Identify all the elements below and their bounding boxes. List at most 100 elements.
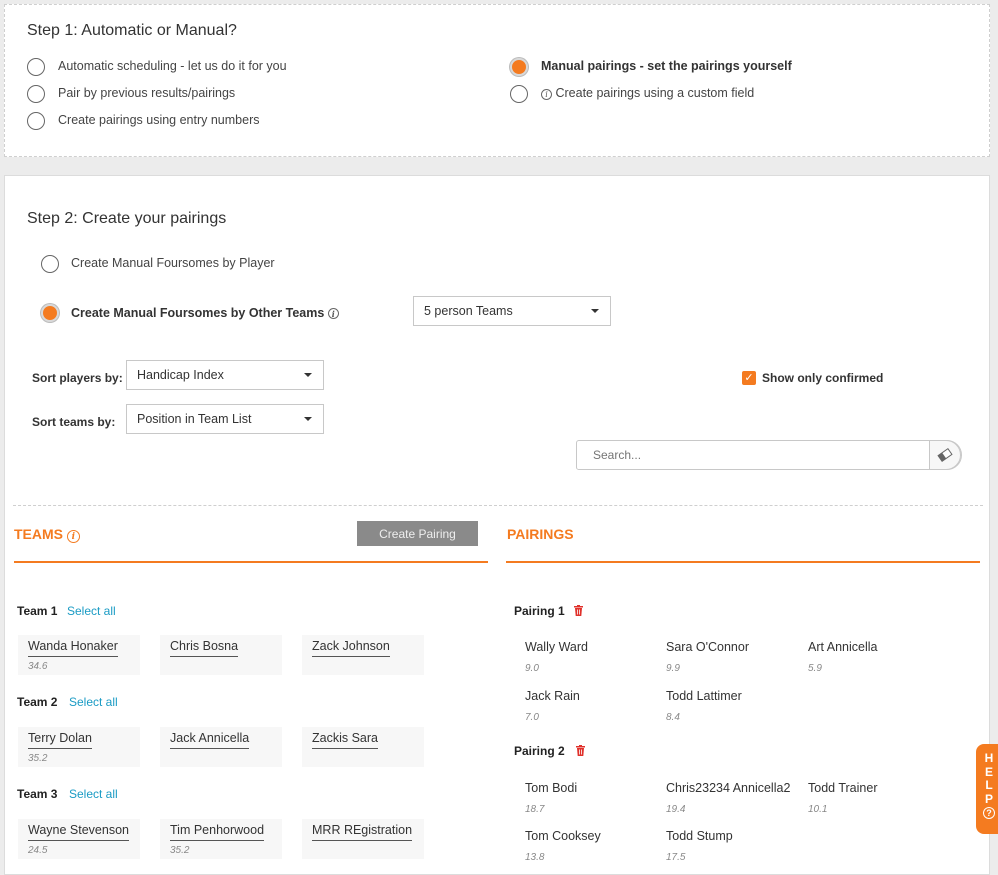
radio-by-other-teams[interactable] xyxy=(41,304,59,322)
help-tab[interactable]: H E L P ? xyxy=(976,744,998,834)
pairings-title: PAIRINGS xyxy=(507,526,574,542)
player-card[interactable]: Wayne Stevenson 24.5 xyxy=(18,819,140,859)
team-size-value: 5 person Teams xyxy=(424,304,513,318)
trash-icon[interactable] xyxy=(576,745,585,756)
member-name[interactable]: Wally Ward xyxy=(525,640,588,654)
select-all-link[interactable]: Select all xyxy=(69,787,118,801)
member-name[interactable]: Todd Stump xyxy=(666,829,733,843)
info-icon[interactable]: i xyxy=(66,530,80,543)
player-name: Tim Penhorwood xyxy=(170,823,265,841)
player-name: Jack Annicella xyxy=(170,731,250,749)
chevron-down-icon xyxy=(304,373,312,377)
radio-manual-pairings[interactable] xyxy=(510,58,528,76)
member-name[interactable]: Todd Lattimer xyxy=(666,689,742,703)
team-title: Team 1 xyxy=(17,604,58,618)
player-name: MRR REgistration xyxy=(312,823,413,841)
team-size-select[interactable]: 5 person Teams xyxy=(413,296,611,326)
teams-underline xyxy=(14,561,488,563)
radio-manual-pairings-label: Manual pairings - set the pairings yours… xyxy=(541,59,792,73)
custom-field-text: Create pairings using a custom field xyxy=(555,86,755,100)
player-handicap: 34.6 xyxy=(28,661,48,672)
member-name[interactable]: Chris23234 Annicella2 xyxy=(666,781,790,795)
radio-entry-numbers-label: Create pairings using entry numbers xyxy=(58,113,260,127)
player-card[interactable]: Tim Penhorwood 35.2 xyxy=(160,819,282,859)
member-handicap: 8.4 xyxy=(666,712,680,723)
radio-custom-field[interactable] xyxy=(510,85,528,103)
player-handicap: 35.2 xyxy=(170,845,190,856)
player-handicap: 35.2 xyxy=(28,753,48,764)
member-name[interactable]: Tom Cooksey xyxy=(525,829,601,843)
radio-custom-field-label: i Create pairings using a custom field xyxy=(541,86,754,100)
sort-teams-label: Sort teams by: xyxy=(32,415,116,429)
member-handicap: 19.4 xyxy=(666,804,686,815)
member-handicap: 9.0 xyxy=(525,663,539,674)
info-icon[interactable]: i xyxy=(327,308,339,319)
player-name: Wayne Stevenson xyxy=(28,823,129,841)
team-title: Team 2 xyxy=(17,695,58,709)
radio-entry-numbers[interactable] xyxy=(27,112,45,130)
player-name: Chris Bosna xyxy=(170,639,239,657)
step2-panel: Step 2: Create your pairings Create Manu… xyxy=(4,175,990,875)
player-card[interactable]: MRR REgistration xyxy=(302,819,424,859)
member-handicap: 10.1 xyxy=(808,804,828,815)
help-letter: H xyxy=(984,751,994,765)
member-handicap: 7.0 xyxy=(525,712,539,723)
section-divider xyxy=(13,505,983,506)
sort-players-select[interactable]: Handicap Index xyxy=(126,360,324,390)
member-handicap: 18.7 xyxy=(525,804,545,815)
team-title: Team 3 xyxy=(17,787,58,801)
player-handicap: 24.5 xyxy=(28,845,48,856)
player-card[interactable]: Terry Dolan 35.2 xyxy=(18,727,140,767)
step1-panel: Step 1: Automatic or Manual? Automatic s… xyxy=(4,4,990,157)
member-name[interactable]: Todd Trainer xyxy=(808,781,877,795)
select-all-link[interactable]: Select all xyxy=(69,695,118,709)
help-letter: P xyxy=(984,791,993,806)
radio-by-player[interactable] xyxy=(41,255,59,273)
sort-players-value: Handicap Index xyxy=(137,368,224,382)
show-confirmed-label: Show only confirmed xyxy=(762,371,884,385)
member-handicap: 17.5 xyxy=(666,852,686,863)
pairing-title: Pairing 2 xyxy=(514,744,565,758)
player-card[interactable]: Wanda Honaker 34.6 xyxy=(18,635,140,675)
create-pairing-button[interactable]: Create Pairing xyxy=(357,521,478,546)
info-icon[interactable]: i xyxy=(541,89,552,100)
step1-title: Step 1: Automatic or Manual? xyxy=(27,22,237,39)
eraser-icon[interactable] xyxy=(929,440,961,470)
player-card[interactable]: Jack Annicella xyxy=(160,727,282,767)
member-handicap: 5.9 xyxy=(808,663,822,674)
radio-by-other-teams-label: Create Manual Foursomes by Other Teams i xyxy=(71,306,339,320)
radio-previous-results-label: Pair by previous results/pairings xyxy=(58,86,236,100)
show-confirmed-checkbox[interactable]: ✓ xyxy=(742,371,756,385)
teams-title-text: TEAMS xyxy=(14,526,63,542)
radio-automatic-label: Automatic scheduling - let us do it for … xyxy=(58,59,287,73)
help-letter: E xyxy=(984,764,993,779)
player-card[interactable]: Zackis Sara xyxy=(302,727,424,767)
member-handicap: 9.9 xyxy=(666,663,680,674)
sort-teams-select[interactable]: Position in Team List xyxy=(126,404,324,434)
step2-title: Step 2: Create your pairings xyxy=(27,210,227,227)
by-other-teams-text: Create Manual Foursomes by Other Teams xyxy=(71,306,325,320)
member-name[interactable]: Sara O'Connor xyxy=(666,640,749,654)
player-card[interactable]: Chris Bosna xyxy=(160,635,282,675)
member-name[interactable]: Tom Bodi xyxy=(525,781,577,795)
player-name: Terry Dolan xyxy=(28,731,92,749)
search-box xyxy=(576,440,962,470)
player-name: Zack Johnson xyxy=(312,639,390,657)
player-name: Wanda Honaker xyxy=(28,639,118,657)
sort-teams-value: Position in Team List xyxy=(137,412,252,426)
sort-players-label: Sort players by: xyxy=(32,371,123,385)
member-name[interactable]: Jack Rain xyxy=(525,689,580,703)
chevron-down-icon xyxy=(304,417,312,421)
member-handicap: 13.8 xyxy=(525,852,545,863)
select-all-link[interactable]: Select all xyxy=(67,604,116,618)
member-name[interactable]: Art Annicella xyxy=(808,640,877,654)
teams-title: TEAMS i xyxy=(14,526,80,543)
radio-previous-results[interactable] xyxy=(27,85,45,103)
question-icon: ? xyxy=(983,807,995,819)
player-card[interactable]: Zack Johnson xyxy=(302,635,424,675)
search-input[interactable] xyxy=(577,441,927,469)
trash-icon[interactable] xyxy=(574,605,583,616)
radio-automatic[interactable] xyxy=(27,58,45,76)
chevron-down-icon xyxy=(591,309,599,313)
pairings-underline xyxy=(506,561,980,563)
